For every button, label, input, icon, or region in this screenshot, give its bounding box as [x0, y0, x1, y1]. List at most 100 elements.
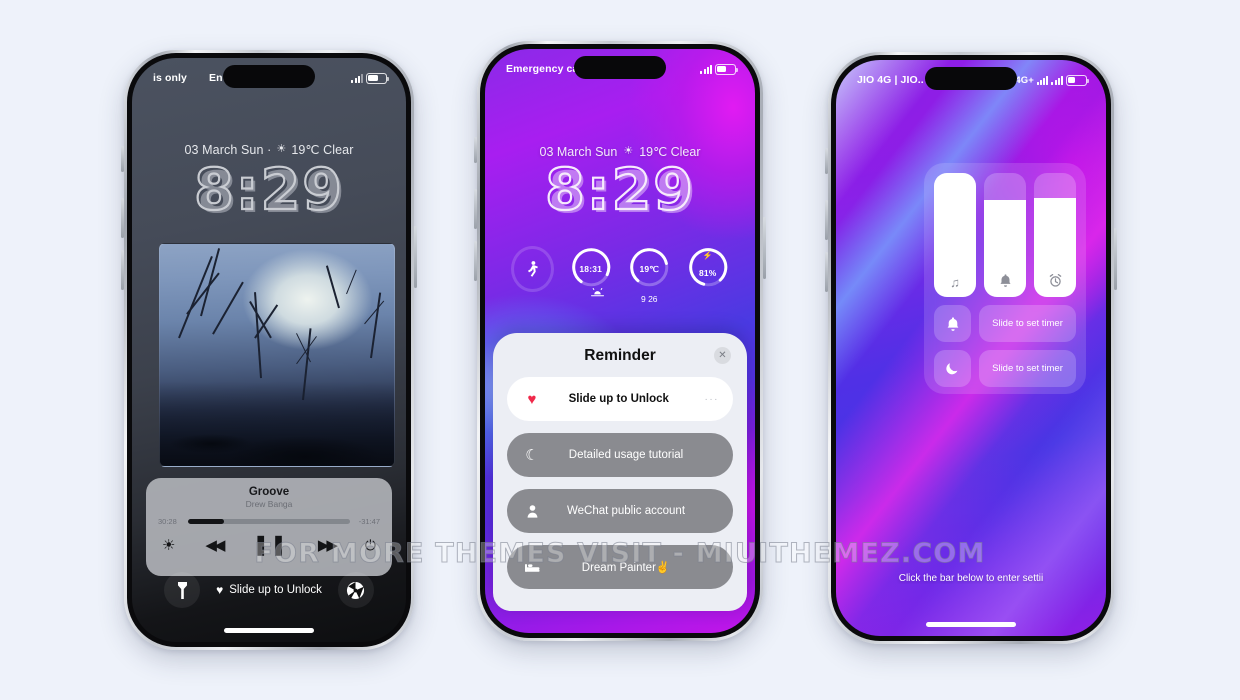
sun-icon: ☀: [623, 145, 634, 157]
power-button[interactable]: [414, 226, 417, 288]
playback-controls: ☀ ◀◀ ❚❚ ▶▶ ⏻: [158, 535, 380, 555]
signal-bars-icon-2: [1051, 75, 1063, 85]
remaining-time: -31:47: [358, 517, 380, 526]
alarm-volume-slider[interactable]: [1034, 173, 1076, 297]
power-button[interactable]: [763, 217, 766, 279]
sleep-timer-row: Slide to set timer: [934, 350, 1076, 387]
weather-date: 03 March Sun ·: [184, 142, 272, 157]
phone-2-clock: 8:29: [544, 157, 695, 223]
carrier-label: Emergency ca: [506, 63, 579, 75]
mute-switch[interactable]: [474, 137, 477, 163]
signal-bars-icon: [1036, 75, 1049, 85]
timer-label: Slide to set timer: [992, 318, 1063, 329]
track-artist: Drew Banga: [245, 499, 293, 509]
phone-1-screen: is only En 03 March Sun · ☀ 19℃ Clear 8:…: [132, 58, 406, 642]
volume-sliders: ♫: [934, 173, 1076, 297]
signal-bars-icon: [700, 64, 712, 74]
music-note-icon: ♫: [950, 275, 960, 290]
mute-switch[interactable]: [121, 146, 124, 172]
screenshot-canvas: is only En 03 March Sun · ☀ 19℃ Clear 8:…: [0, 0, 1240, 700]
reminder-row-label: Slide up to Unlock: [568, 393, 669, 405]
volume-control-panel: ♫ Slide to set timer Slide to set timer: [924, 163, 1086, 394]
reminder-row-tutorial[interactable]: ☾ Detailed usage tutorial: [507, 433, 733, 477]
ring-widgets: 18:31 19℃ 9 26 ⚡ 81%: [485, 237, 755, 304]
unlock-hint[interactable]: ♥ Slide up to Unlock: [216, 583, 322, 597]
battery-icon: [366, 72, 389, 84]
signal-bars-icon: [351, 73, 363, 83]
steps-ring-widget[interactable]: [511, 246, 554, 292]
volume-down-button[interactable]: [121, 250, 124, 290]
next-button[interactable]: ▶▶: [318, 538, 338, 553]
bell-icon[interactable]: [934, 305, 971, 342]
heart-icon: ♥: [216, 583, 224, 597]
timer-label: Slide to set timer: [992, 363, 1063, 374]
power-button[interactable]: [1114, 228, 1117, 290]
temperature-ring-widget[interactable]: 19℃ 9 26: [628, 246, 671, 304]
volume-up-button[interactable]: [474, 189, 477, 229]
close-icon[interactable]: ✕: [714, 347, 731, 364]
sleep-timer-slider[interactable]: Slide to set timer: [979, 350, 1076, 387]
carrier-label-right: En: [208, 72, 223, 84]
carrier-label-left: is only: [153, 72, 187, 84]
phone-2-screen: Emergency ca 03 March Sun ☀ 19℃ Clear 8:…: [485, 49, 755, 633]
reminder-row-dream-painter[interactable]: Dream Painter✌: [507, 545, 733, 589]
battery-icon: [715, 63, 738, 75]
ring-timer-slider[interactable]: Slide to set timer: [979, 305, 1076, 342]
bell-icon: [1000, 274, 1011, 289]
phone-1-lockscreen-dark: is only En 03 March Sun · ☀ 19℃ Clear 8:…: [121, 50, 417, 650]
sunset-ring-widget[interactable]: 18:31: [570, 246, 613, 297]
volume-up-button[interactable]: [121, 198, 124, 238]
brightness-icon[interactable]: ☀: [162, 538, 175, 553]
home-indicator[interactable]: [224, 628, 314, 633]
mute-switch[interactable]: [825, 148, 828, 174]
reminder-row-label: WeChat public account: [566, 505, 686, 517]
previous-button[interactable]: ◀◀: [205, 538, 225, 553]
carrier-label: JIO 4G | JIO..: [857, 74, 924, 86]
volume-down-button[interactable]: [474, 241, 477, 281]
settings-hint: Click the bar below to enter settii: [898, 573, 1044, 584]
flashlight-icon[interactable]: [164, 572, 200, 608]
sun-icon: ☀: [276, 143, 287, 155]
music-player-card[interactable]: Groove Drew Banga 30:28 -31:47 ☀ ◀◀ ❚❚ ▶…: [146, 478, 392, 576]
phone-2-lockscreen-reminder: Emergency ca 03 March Sun ☀ 19℃ Clear 8:…: [474, 41, 766, 641]
album-art: [159, 243, 395, 467]
clock-text: 8:29: [193, 157, 344, 223]
battery-ring-widget[interactable]: ⚡ 81%: [687, 246, 730, 292]
play-pause-button[interactable]: ❚❚: [252, 535, 288, 555]
elapsed-time: 30:28: [158, 517, 177, 526]
phone-2-notch: [574, 56, 666, 79]
reminder-row-wechat[interactable]: WeChat public account: [507, 489, 733, 533]
temperature-range: 9 26: [640, 294, 658, 304]
phone-3-screen: JIO 4G | JIO.. ◎ 4G+ ♫: [836, 60, 1106, 636]
weather-temp: 19℃ Clear: [291, 143, 354, 157]
phone-3-notch: [925, 67, 1017, 90]
charging-bolt-icon: ⚡: [702, 251, 713, 260]
ring-timer-row: Slide to set timer: [934, 305, 1076, 342]
volume-down-button[interactable]: [825, 252, 828, 292]
phone-3-control-panel: JIO 4G | JIO.. ◎ 4G+ ♫: [825, 52, 1117, 644]
reminder-row-label: Dream Painter✌: [581, 562, 671, 574]
track-title: Groove: [248, 486, 290, 498]
power-icon[interactable]: ⏻: [365, 538, 376, 552]
reminder-card: Reminder ✕ ♥ Slide up to Unlock ··· ☾ De…: [493, 333, 747, 611]
volume-up-button[interactable]: [825, 200, 828, 240]
more-options-icon[interactable]: ···: [705, 394, 720, 405]
alarm-clock-icon: [1049, 273, 1062, 289]
battery-icon: [1066, 74, 1089, 86]
music-volume-slider[interactable]: ♫: [934, 173, 976, 297]
progress-slider[interactable]: [188, 519, 350, 524]
reminder-row-unlock[interactable]: ♥ Slide up to Unlock ···: [507, 377, 733, 421]
progress-row: 30:28 -31:47: [158, 517, 380, 526]
phone-1-bottom-bar: ♥ Slide up to Unlock: [132, 568, 406, 612]
home-indicator[interactable]: [926, 622, 1016, 627]
camera-shutter-icon[interactable]: [337, 572, 374, 608]
unlock-label: Slide up to Unlock: [229, 584, 322, 596]
reminder-title: Reminder: [584, 347, 656, 364]
phone-1-weather-line: 03 March Sun · ☀ 19℃ Clear: [132, 142, 406, 158]
moon-icon[interactable]: [934, 350, 971, 387]
network-type-label: 4G+: [1015, 74, 1034, 86]
phone-1-notch: [223, 65, 315, 88]
reminder-row-label: Detailed usage tutorial: [568, 449, 684, 461]
phone-1-clock: 8:29: [132, 160, 406, 219]
ring-volume-slider[interactable]: [984, 173, 1026, 297]
